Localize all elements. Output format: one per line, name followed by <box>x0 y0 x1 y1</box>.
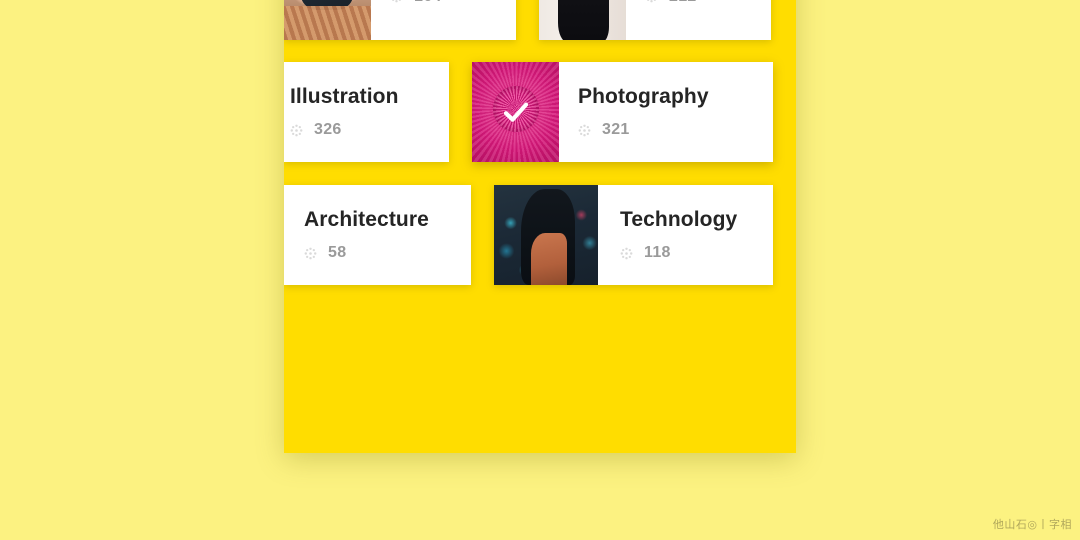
app-panel: 164 <box>284 0 796 453</box>
category-count: 212 <box>669 0 697 6</box>
card-thumbnail-image <box>494 185 598 285</box>
card-body: Photography 321 <box>559 62 773 162</box>
flower-icon <box>290 124 303 136</box>
category-count: 164 <box>414 0 442 6</box>
card-thumbnail-image <box>539 0 626 40</box>
flower-icon <box>392 0 401 3</box>
category-count: 326 <box>314 121 342 139</box>
card-body: Illustration 326 <box>284 62 449 162</box>
category-meta: 321 <box>578 121 773 139</box>
card-body: 164 <box>371 0 516 40</box>
card-thumbnail-image <box>472 62 559 162</box>
category-card-top-right[interactable]: 212 <box>539 0 771 40</box>
category-meta: 212 <box>645 0 771 6</box>
category-count: 321 <box>602 121 630 139</box>
card-body: Architecture 58 <box>284 185 471 285</box>
category-meta: 58 <box>304 244 471 262</box>
category-card-technology[interactable]: Technology 118 <box>494 185 773 285</box>
card-thumbnail-image <box>284 0 371 40</box>
category-grid: 164 <box>284 0 796 308</box>
card-body: Technology 118 <box>598 185 773 285</box>
category-meta: 118 <box>620 244 773 262</box>
category-card-top-left[interactable]: 164 <box>284 0 516 40</box>
watermark-text: 他山石◎丨字相 <box>992 518 1072 531</box>
category-title: Illustration <box>290 84 399 108</box>
category-meta: 326 <box>290 121 449 139</box>
flower-icon <box>578 124 591 136</box>
category-row: 164 <box>284 0 796 40</box>
category-card-photography[interactable]: Photography 321 <box>472 62 773 162</box>
flower-icon <box>304 247 317 259</box>
category-count: 118 <box>644 244 671 262</box>
flower-icon <box>620 247 633 259</box>
category-row: Illustration 326 Photography 321 <box>284 62 796 162</box>
category-title: Technology <box>620 207 738 231</box>
category-card-illustration[interactable]: Illustration 326 <box>284 62 449 162</box>
category-count: 58 <box>328 244 347 262</box>
selected-check-overlay <box>472 62 559 162</box>
category-title: Architecture <box>304 207 429 231</box>
card-body: 212 <box>626 0 771 40</box>
category-card-architecture[interactable]: Architecture 58 <box>284 185 471 285</box>
category-meta: 164 <box>390 0 516 6</box>
flower-icon <box>647 0 656 3</box>
check-icon <box>503 102 528 122</box>
category-row: Architecture 58 Technology 118 <box>284 185 796 285</box>
category-title: Photography <box>578 84 709 108</box>
